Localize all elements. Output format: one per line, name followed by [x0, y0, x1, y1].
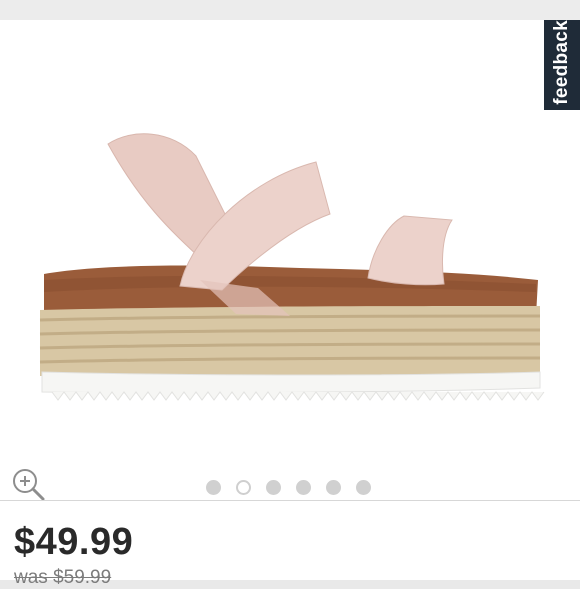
gallery-dot[interactable]: [206, 480, 221, 495]
price-section: $49.99 was $59.99: [0, 501, 580, 588]
zoom-in-icon[interactable]: [10, 466, 46, 502]
product-gallery-card: feedback: [0, 20, 580, 502]
gallery-dot[interactable]: [356, 480, 371, 495]
gallery-dot-active[interactable]: [236, 480, 251, 495]
gallery-dot[interactable]: [266, 480, 281, 495]
current-price: $49.99: [14, 521, 134, 563]
gallery-dot[interactable]: [326, 480, 341, 495]
was-price: was $59.99: [14, 567, 112, 588]
gallery-dots: [206, 480, 371, 495]
feedback-label: feedback: [551, 20, 572, 105]
feedback-tab[interactable]: feedback: [544, 20, 580, 110]
top-strip: [0, 0, 580, 20]
product-image[interactable]: [0, 120, 580, 420]
gallery-dot[interactable]: [296, 480, 311, 495]
